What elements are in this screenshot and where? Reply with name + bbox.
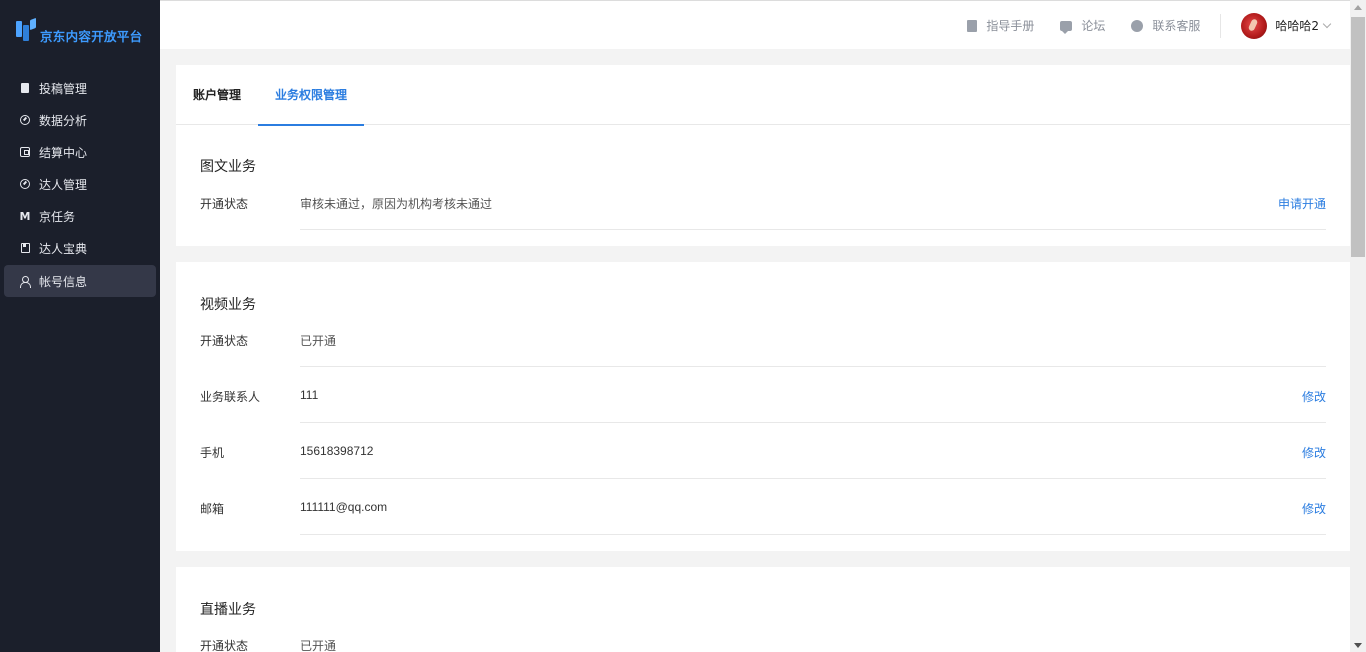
row-value: 111111@qq.com xyxy=(300,500,388,514)
row-label: 开通状态 xyxy=(200,639,249,652)
video-contact-row: 业务联系人 111 修改 xyxy=(200,388,1326,444)
chevron-down-icon xyxy=(1322,19,1332,29)
scroll-up-icon[interactable] xyxy=(1354,5,1362,10)
forum-icon xyxy=(1060,20,1073,34)
tab-account-management[interactable]: 账户管理 xyxy=(176,65,258,125)
sidebar-item-analytics[interactable]: 数据分析 xyxy=(4,104,156,136)
row-value: 已开通 xyxy=(300,639,337,652)
section-title-video: 视频业务 xyxy=(200,297,256,313)
row-divider xyxy=(300,534,1326,535)
edit-contact-link[interactable]: 修改 xyxy=(1302,388,1326,405)
apply-open-link[interactable]: 申请开通 xyxy=(1278,195,1326,212)
row-label: 开通状态 xyxy=(200,334,249,348)
sidebar-item-label: 帐号信息 xyxy=(39,274,88,289)
row-label: 业务联系人 xyxy=(200,390,261,404)
avatar xyxy=(1241,12,1268,39)
row-divider xyxy=(300,478,1326,479)
top-header: 指导手册 论坛 联系客服 哈哈哈2 xyxy=(160,0,1350,49)
page-scrollbar[interactable] xyxy=(1350,0,1366,652)
analytics-icon xyxy=(20,115,30,126)
sidebar-item-submissions[interactable]: 投稿管理 xyxy=(4,72,156,104)
user-icon xyxy=(20,275,31,288)
graphic-business-card: 账户管理 业务权限管理 图文业务 开通状态 审核未通过，原因为机构考核未通过 申… xyxy=(176,65,1350,246)
section-title-graphic: 图文业务 xyxy=(200,159,256,175)
forum-link[interactable]: 论坛 xyxy=(1060,17,1105,34)
username: 哈哈哈2 xyxy=(1275,19,1319,33)
sidebar-item-label: 投稿管理 xyxy=(39,81,88,96)
brand-name: 京东内容开放平台 xyxy=(40,28,143,44)
edit-email-link[interactable]: 修改 xyxy=(1302,500,1326,517)
handbook-icon xyxy=(20,243,30,254)
row-label: 开通状态 xyxy=(200,197,249,211)
scroll-down-icon[interactable] xyxy=(1354,643,1362,648)
forum-link-label: 论坛 xyxy=(1081,19,1106,33)
tab-business-permissions[interactable]: 业务权限管理 xyxy=(258,65,365,126)
user-menu[interactable]: 哈哈哈2 xyxy=(1241,12,1332,39)
sidebar-item-label: 达人宝典 xyxy=(39,241,88,256)
live-business-card: 直播业务 开通状态 已开通 xyxy=(176,567,1350,652)
logo-icon xyxy=(16,17,38,43)
row-value: 审核未通过，原因为机构考核未通过 xyxy=(300,197,493,211)
sidebar: 京东内容开放平台 投稿管理 数据分析 结算中心 达人管理 M 京任务 达人宝典 xyxy=(0,0,160,652)
video-status-row: 开通状态 已开通 xyxy=(200,332,1326,388)
tab-bar: 账户管理 业务权限管理 xyxy=(176,65,1350,126)
row-value: 15618398712 xyxy=(300,444,374,458)
manual-icon xyxy=(967,19,978,32)
wallet-icon xyxy=(20,147,30,158)
influencer-icon xyxy=(20,179,30,190)
row-value: 已开通 xyxy=(300,334,337,348)
row-divider xyxy=(300,229,1326,230)
row-value: 111 xyxy=(300,388,319,402)
header-divider xyxy=(1220,13,1222,38)
graphic-status-row: 开通状态 审核未通过，原因为机构考核未通过 申请开通 xyxy=(200,195,1326,251)
section-title-live: 直播业务 xyxy=(200,602,256,618)
document-icon xyxy=(20,83,30,94)
sidebar-item-label: 京任务 xyxy=(39,209,76,224)
brand-logo[interactable]: 京东内容开放平台 xyxy=(16,16,156,46)
customer-service-icon xyxy=(1131,19,1144,32)
edit-phone-link[interactable]: 修改 xyxy=(1302,444,1326,461)
sidebar-item-label: 结算中心 xyxy=(39,145,88,160)
customer-service-label: 联系客服 xyxy=(1152,19,1201,33)
live-status-row: 开通状态 已开通 xyxy=(200,637,1326,652)
sidebar-item-handbook[interactable]: 达人宝典 xyxy=(4,232,156,264)
row-label: 邮箱 xyxy=(200,502,225,516)
video-email-row: 邮箱 111111@qq.com 修改 xyxy=(200,500,1326,556)
task-m-icon: M xyxy=(19,209,31,223)
sidebar-item-tasks[interactable]: M 京任务 xyxy=(4,200,156,232)
sidebar-item-influencers[interactable]: 达人管理 xyxy=(4,168,156,200)
header-actions: 指导手册 论坛 联系客服 哈哈哈2 xyxy=(941,1,1332,50)
manual-link-label: 指导手册 xyxy=(986,19,1035,33)
sidebar-item-label: 达人管理 xyxy=(39,177,88,192)
sidebar-item-settlement[interactable]: 结算中心 xyxy=(4,136,156,168)
scrollbar-thumb[interactable] xyxy=(1351,17,1365,257)
video-phone-row: 手机 15618398712 修改 xyxy=(200,444,1326,500)
sidebar-item-label: 数据分析 xyxy=(39,113,88,128)
video-business-card: 视频业务 开通状态 已开通 业务联系人 111 修改 手机 1561839871… xyxy=(176,262,1350,551)
sidebar-item-account[interactable]: 帐号信息 xyxy=(4,265,156,297)
row-divider xyxy=(300,422,1326,423)
manual-link[interactable]: 指导手册 xyxy=(967,17,1034,34)
row-divider xyxy=(300,366,1326,367)
row-label: 手机 xyxy=(200,446,225,460)
customer-service-link[interactable]: 联系客服 xyxy=(1131,17,1200,34)
